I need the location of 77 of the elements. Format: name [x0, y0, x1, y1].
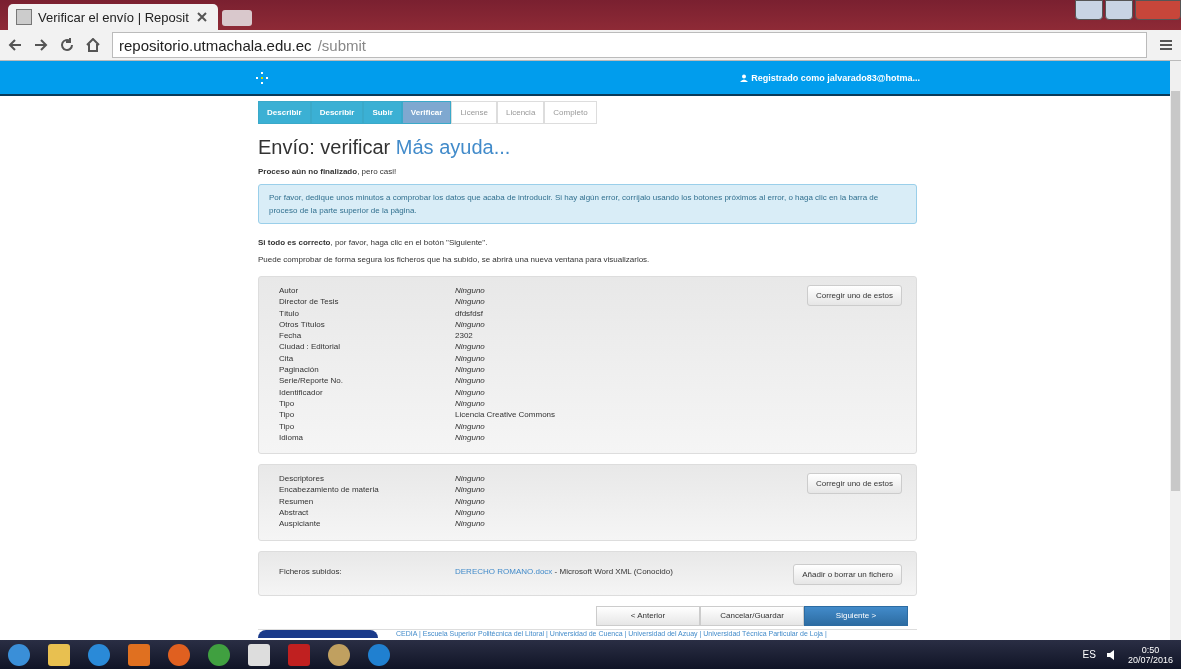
minimize-button[interactable]: [1075, 0, 1103, 20]
back-arrow-icon[interactable]: [8, 38, 22, 52]
navigation-button[interactable]: Cancelar/Guardar: [700, 605, 804, 626]
field-label: Fecha: [279, 330, 303, 342]
field-label: Ciudad : Editorial: [279, 341, 341, 353]
field-value: Ninguno: [455, 285, 486, 297]
status-text: Proceso aún no finalizado, pero casi!: [258, 167, 398, 176]
navigation-button[interactable]: Siguiente >: [804, 605, 908, 626]
help-link[interactable]: Más ayuda...: [395, 136, 511, 158]
field-value: 2302: [455, 330, 474, 342]
field-label: Director de Tesis: [279, 296, 340, 308]
forward-arrow-icon[interactable]: [34, 38, 48, 52]
field-value: Ninguno: [455, 386, 486, 398]
field-value: Ninguno: [455, 420, 486, 432]
user-menu[interactable]: Registrado como jalvarado83@hotma...: [740, 72, 920, 83]
field-label: Auspiciante: [279, 518, 322, 530]
progress-step[interactable]: Verificar: [401, 101, 452, 124]
edit-button[interactable]: Corregir uno de estos: [807, 473, 902, 495]
logo-dots-icon: [256, 71, 268, 84]
progress-step[interactable]: Describir: [310, 101, 364, 124]
progress-step[interactable]: Licencia: [497, 101, 545, 124]
field-label: Abstract: [279, 507, 310, 519]
field-label: Resumen: [279, 495, 315, 508]
field-value: dfdsfdsf: [455, 307, 484, 319]
restore-button[interactable]: [1105, 0, 1133, 20]
field-value: Ninguno: [455, 318, 486, 331]
field-label: Paginación: [279, 364, 320, 376]
field-label: Autor: [279, 285, 300, 297]
field-label: Descriptores: [279, 473, 325, 485]
edit-button[interactable]: Corregir uno de estos: [807, 285, 902, 306]
close-icon[interactable]: [194, 10, 209, 24]
file-link[interactable]: DERECHO ROMANO.docx: [455, 566, 553, 576]
progress-step[interactable]: License: [451, 101, 497, 124]
scrollbar[interactable]: [1170, 61, 1181, 640]
field-value: Ninguno: [455, 341, 486, 353]
progress-step[interactable]: Completo: [544, 101, 597, 124]
home-icon[interactable]: [86, 38, 100, 52]
progress-step[interactable]: Describir: [258, 101, 311, 124]
address-field[interactable]: repositorio.utmachala.edu.ec /submit: [112, 32, 1147, 58]
field-value: Licencia Creative Commons: [455, 409, 557, 421]
manage-files-button[interactable]: Añadir o borrar un fichero: [793, 563, 902, 585]
field-value: Ninguno: [455, 375, 486, 387]
clock[interactable]: 0:50 20/07/2016: [1127, 644, 1173, 665]
site-favicon-icon: [16, 9, 32, 25]
field-label: Serie/Reporte No.: [279, 375, 345, 387]
navigation-button[interactable]: < Anterior: [596, 605, 700, 626]
field-value: Ninguno: [455, 484, 486, 496]
browser-tab[interactable]: Verificar el envío | Reposit: [8, 4, 218, 30]
info-text: Puede comprobar de forma segura los ficheros que ha subido, se abrirá una nueva ventana para visualizarlos.: [258, 255, 651, 264]
field-value: Ninguno: [455, 495, 486, 508]
info-alert: Por favor, dedique unos minutos a comprobar los datos que acaba de introducir. Si hay algún error, corríjalo usando los botones próximos al error, o haga clic en la barra de proceso de la parte superior de la página.: [258, 184, 917, 224]
field-value: Ninguno: [455, 397, 486, 410]
field-label: Título: [279, 307, 300, 319]
field-value: Ninguno: [455, 296, 486, 308]
field-value: Ninguno: [455, 473, 486, 485]
field-label: Otros Títulos: [279, 318, 326, 331]
field-value: Ninguno: [455, 507, 486, 519]
field-label: Tipo: [279, 420, 296, 432]
file-description: DERECHO ROMANO.docx - Microsoft Word XML (Conocido): [455, 565, 674, 577]
field-label: Identificador: [279, 386, 324, 398]
field-label: Tipo: [279, 409, 296, 421]
field-value: Ninguno: [455, 518, 486, 530]
reload-icon[interactable]: [60, 38, 74, 52]
field-label: Tipo: [279, 397, 296, 410]
instruction-text: Si todo es correcto, por favor, haga clic en el botón "Siguiente".: [258, 238, 489, 247]
field-label: Cita: [279, 352, 295, 365]
field-value: Ninguno: [455, 431, 486, 444]
progress-step[interactable]: Subir: [363, 101, 402, 124]
language-indicator[interactable]: ES: [1082, 649, 1096, 660]
field-label: Encabezamiento de materia: [279, 484, 380, 496]
field-label: Ficheros subidos:: [279, 565, 343, 577]
user-icon: [740, 73, 749, 82]
page-title: Envío: verificar Más ayuda...: [258, 136, 512, 159]
field-label: Idioma: [279, 431, 304, 444]
field-value: Ninguno: [455, 364, 486, 376]
menu-icon[interactable]: [1159, 38, 1173, 52]
field-value: Ninguno: [455, 352, 486, 365]
